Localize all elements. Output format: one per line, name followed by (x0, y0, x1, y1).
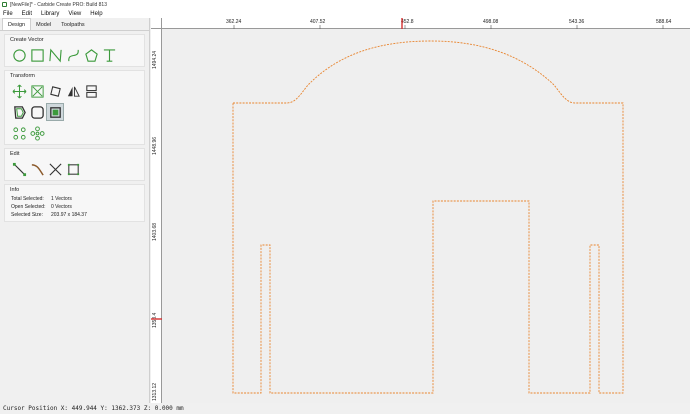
vertical-ruler: 1494.24 1448.96 1403.68 1358.4 1313.12 (151, 29, 162, 403)
move-icon[interactable] (10, 82, 28, 100)
sidebar-tabs: Design Model Toolpaths (0, 18, 149, 31)
tab-design[interactable]: Design (2, 18, 32, 30)
cursor-position-readout: Cursor Position X: 449.944 Y: 1362.373 Z… (3, 405, 184, 412)
info-title: Info (10, 187, 20, 193)
offset-icon[interactable] (10, 103, 28, 121)
fillet-icon[interactable] (28, 103, 46, 121)
app-icon (2, 2, 7, 7)
title-bar: [NewFile]* - Carbide Create PRO: Build 8… (0, 0, 690, 9)
curve-icon[interactable] (64, 46, 82, 64)
grid-array-icon[interactable] (28, 124, 46, 142)
transform-panel: Transform (4, 70, 145, 145)
status-bar: Cursor Position X: 449.944 Y: 1362.373 Z… (0, 403, 690, 414)
horizontal-ruler: 362.24 407.52 452.8 498.08 543.36 588.64 (151, 18, 690, 29)
selected-vector-outline (232, 40, 624, 394)
menu-view[interactable]: View (68, 11, 81, 17)
info-total-selected: Total Selected: 1 Vectors (5, 195, 144, 203)
create-vector-title: Create Vector (10, 37, 44, 43)
create-vector-panel: Create Vector (4, 34, 145, 67)
circular-array-icon[interactable] (10, 124, 28, 142)
node-edit-icon[interactable] (10, 160, 28, 178)
cut-icon[interactable] (46, 160, 64, 178)
polygon-icon[interactable] (82, 46, 100, 64)
info-key: Open Selected: (11, 204, 46, 210)
info-value: 203.97 x 184.37 (51, 212, 87, 218)
ruler-corner (151, 18, 162, 29)
polyline-icon[interactable] (46, 46, 64, 64)
box-select-icon[interactable] (64, 160, 82, 178)
text-icon[interactable] (100, 46, 118, 64)
menu-help[interactable]: Help (90, 11, 102, 17)
scale-icon[interactable] (28, 82, 46, 100)
menu-edit[interactable]: Edit (22, 11, 32, 17)
menu-file[interactable]: File (3, 11, 13, 17)
circle-icon[interactable] (10, 46, 28, 64)
info-value: 0 Vectors (51, 204, 72, 210)
menu-library[interactable]: Library (41, 11, 59, 17)
info-key: Selected Size: (11, 212, 43, 218)
rotate-icon[interactable] (46, 82, 64, 100)
ruler-y-ticks (151, 318, 162, 320)
trim-icon[interactable] (28, 160, 46, 178)
ruler-x-ticks (233, 18, 664, 29)
align-icon[interactable] (82, 82, 100, 100)
design-canvas[interactable]: 362.24 407.52 452.8 498.08 543.36 588.64… (151, 18, 690, 403)
info-value: 1 Vectors (51, 196, 72, 202)
vector-drawing[interactable] (163, 30, 690, 403)
tab-toolpaths[interactable]: Toolpaths (56, 19, 90, 30)
transform-title: Transform (10, 73, 35, 79)
edit-panel: Edit (4, 148, 145, 181)
tab-model[interactable]: Model (31, 19, 56, 30)
window-title: [NewFile]* - Carbide Create PRO: Build 8… (10, 1, 107, 8)
info-key: Total Selected: (11, 196, 44, 202)
edit-title: Edit (10, 151, 20, 157)
mirror-icon[interactable] (64, 82, 82, 100)
info-open-selected: Open Selected: 0 Vectors (5, 203, 144, 211)
boolean-icon[interactable] (46, 103, 64, 121)
menu-bar: File Edit Library View Help (0, 9, 690, 18)
rectangle-icon[interactable] (28, 46, 46, 64)
sidebar: Design Model Toolpaths Create Vector Tra… (0, 18, 150, 403)
info-panel: Info Total Selected: 1 Vectors Open Sele… (4, 184, 145, 222)
info-selected-size: Selected Size: 203.97 x 184.37 (5, 211, 144, 221)
